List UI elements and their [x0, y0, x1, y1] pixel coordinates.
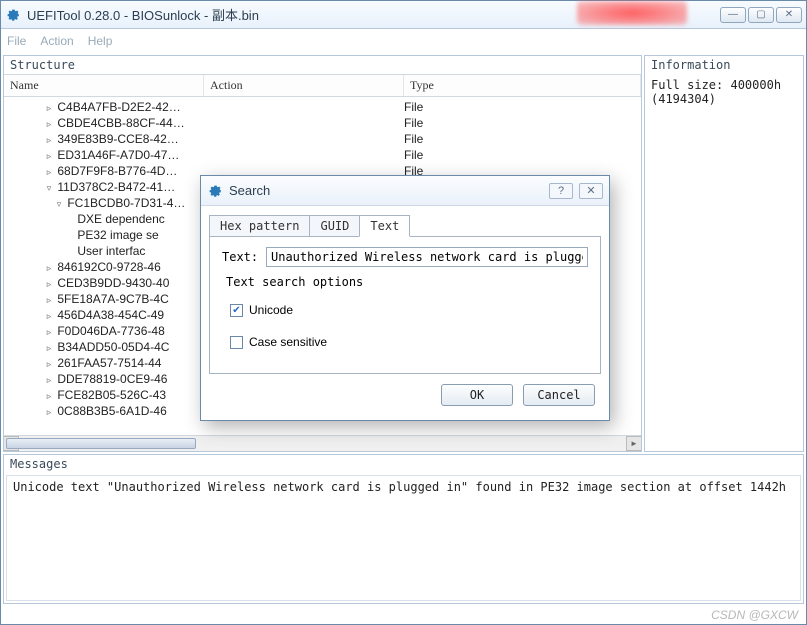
tree-row[interactable]: ▹ C4B4A7FB-D2E2-42…File: [4, 99, 641, 115]
close-button[interactable]: ✕: [776, 7, 802, 23]
menu-help[interactable]: Help: [88, 34, 113, 48]
tab-guid[interactable]: GUID: [309, 215, 360, 236]
structure-title: Structure: [4, 56, 641, 74]
menu-action[interactable]: Action: [40, 34, 73, 48]
case-label: Case sensitive: [249, 335, 327, 349]
dialog-titlebar[interactable]: Search ? ✕: [201, 176, 609, 206]
cancel-button[interactable]: Cancel: [523, 384, 595, 406]
scroll-right-icon[interactable]: ►: [626, 436, 641, 451]
h-scrollbar[interactable]: ◄ ►: [4, 435, 641, 451]
tree-row[interactable]: ▹ 349E83B9-CCE8-42…File: [4, 131, 641, 147]
dialog-title: Search: [229, 183, 549, 198]
dialog-close-button[interactable]: ✕: [579, 183, 603, 199]
checkbox-icon: ✔: [230, 304, 243, 317]
messages-panel: Messages Unicode text "Unauthorized Wire…: [3, 454, 804, 604]
tab-text[interactable]: Text: [359, 215, 410, 237]
search-dialog: Search ? ✕ Hex pattern GUID Text Text: T…: [200, 175, 610, 421]
statusbar: CSDN @GXCW: [1, 606, 806, 624]
col-name[interactable]: Name: [4, 75, 204, 96]
watermark: CSDN @GXCW: [711, 608, 798, 622]
messages-title: Messages: [4, 455, 803, 473]
tree-row[interactable]: ▹ ED31A46F-A7D0-47…File: [4, 147, 641, 163]
checkbox-icon: [230, 336, 243, 349]
maximize-button[interactable]: ▢: [748, 7, 774, 23]
col-type[interactable]: Type: [404, 75, 641, 96]
gear-icon: [5, 7, 21, 23]
titlebar: UEFITool 0.28.0 - BIOSunlock - 副本.bin — …: [1, 1, 806, 29]
information-panel: Information Full size: 400000h (4194304): [644, 55, 804, 452]
ok-button[interactable]: OK: [441, 384, 513, 406]
blurred-overlay: [577, 1, 687, 25]
text-label: Text:: [222, 250, 266, 264]
unicode-label: Unicode: [249, 303, 293, 317]
unicode-checkbox[interactable]: ✔ Unicode: [230, 303, 588, 317]
search-tabs: Hex pattern GUID Text: [209, 214, 601, 236]
case-sensitive-checkbox[interactable]: Case sensitive: [230, 335, 588, 349]
scroll-thumb[interactable]: [6, 438, 196, 449]
tab-hex-pattern[interactable]: Hex pattern: [209, 215, 310, 236]
col-action[interactable]: Action: [204, 75, 404, 96]
tab-panel-text: Text: Text search options ✔ Unicode Case…: [209, 236, 601, 374]
search-text-input[interactable]: [266, 247, 588, 267]
gear-icon: [207, 183, 223, 199]
information-title: Information: [645, 56, 803, 74]
menu-file[interactable]: File: [7, 34, 26, 48]
information-body: Full size: 400000h (4194304): [645, 74, 803, 110]
menubar: File Action Help: [1, 29, 806, 53]
help-button[interactable]: ?: [549, 183, 573, 199]
options-label: Text search options: [222, 275, 588, 289]
tree-row[interactable]: ▹ CBDE4CBB-88CF-44…File: [4, 115, 641, 131]
minimize-button[interactable]: —: [720, 7, 746, 23]
messages-body[interactable]: Unicode text "Unauthorized Wireless netw…: [6, 475, 801, 601]
